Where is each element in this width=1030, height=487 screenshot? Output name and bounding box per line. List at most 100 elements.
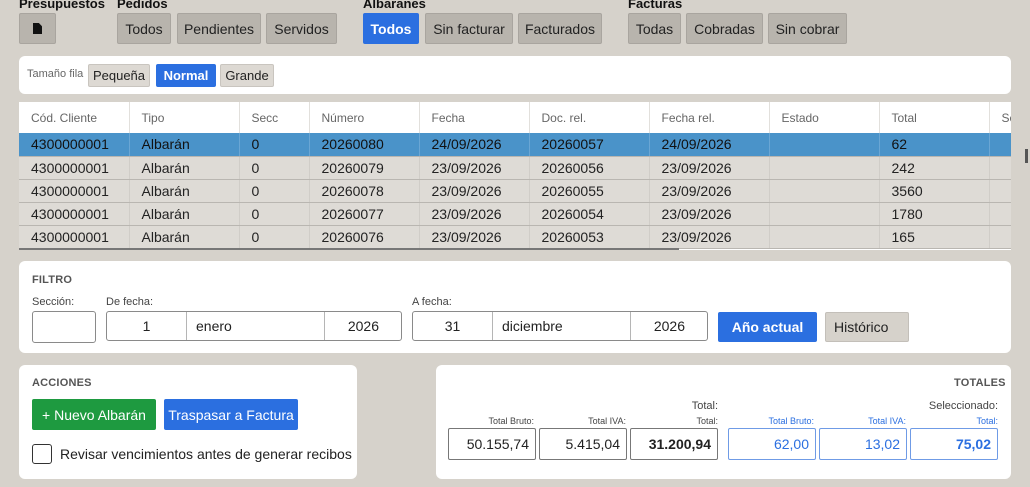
table-cell: 20260055 [529,179,650,203]
table-cell: 20260054 [529,202,650,226]
from-year[interactable]: 2026 [325,312,401,340]
table-row[interactable]: 4300000001 Albarán 0 20260078 23/09/2026 2026… [19,179,1011,203]
total-label: Total: [696,416,718,426]
table-cell: 20260053 [529,225,650,249]
table-cell: 20260076 [309,225,420,249]
column-header[interactable]: Tipo [129,102,240,133]
to-day[interactable]: 31 [413,312,493,340]
table-cell [769,133,880,157]
table-cell: 20260077 [309,202,420,226]
column-header[interactable]: Fecha [419,102,530,133]
vertical-scrollbar[interactable] [1025,149,1028,163]
horizontal-scrollbar[interactable] [19,248,679,250]
table-cell: 23/09/2026 [419,179,530,203]
table-cell: 24/09/2026 [649,133,770,157]
table-cell: 23/09/2026 [649,156,770,180]
presupuestos-group-title: Presupuestos [19,0,105,11]
filter-card: FILTRO Sección: De fecha: 1 enero 2026 A… [19,261,1011,353]
table-cell: 242 [879,156,990,180]
pedidos-todos-button[interactable]: Todos [117,13,171,44]
row-size-small-button[interactable]: Pequeña [88,64,150,87]
table-header-row: Cód. Cliente Tipo Secc Número Fecha Doc.… [19,102,1011,133]
new-presupuesto-button[interactable] [19,13,56,44]
column-header[interactable]: Fecha rel. [649,102,770,133]
column-header[interactable]: Número [309,102,420,133]
table-cell [989,202,1011,226]
table-cell: 23/09/2026 [649,179,770,203]
filter-title: FILTRO [32,274,73,286]
new-albaran-button[interactable]: + Nuevo Albarán [32,399,156,430]
table-row[interactable]: 4300000001 Albarán 0 20260076 23/09/2026 2026… [19,225,1011,249]
seccion-input[interactable] [32,311,96,343]
table-cell: 20260056 [529,156,650,180]
albaranes-table: Cód. Cliente Tipo Secc Número Fecha Doc.… [19,102,1011,250]
row-size-card: Tamaño fila Pequeña Normal Grande [19,56,1011,94]
facturas-cobradas-button[interactable]: Cobradas [686,13,763,44]
table-cell: 24/09/2026 [419,133,530,157]
table-cell: Albarán [129,225,240,249]
table-cell [769,225,880,249]
column-header[interactable]: Total [879,102,990,133]
table-cell: 3560 [879,179,990,203]
to-year[interactable]: 2026 [631,312,707,340]
transfer-to-invoice-button[interactable]: Traspasar a Factura [164,399,298,430]
table-row[interactable]: 4300000001 Albarán 0 20260079 23/09/2026 2026… [19,156,1011,180]
to-date-label: A fecha: [412,296,452,308]
table-cell: 4300000001 [19,225,130,249]
pedidos-pendientes-button[interactable]: Pendientes [177,13,261,44]
table-cell: 23/09/2026 [649,202,770,226]
table-cell [769,179,880,203]
table-cell: 4300000001 [19,156,130,180]
table-cell [769,202,880,226]
table-cell: 1780 [879,202,990,226]
albaranes-sin-facturar-button[interactable]: Sin facturar [425,13,513,44]
actions-card: ACCIONES + Nuevo Albarán Traspasar a Fac… [19,365,357,479]
history-button[interactable]: Histórico [825,312,909,342]
facturas-todas-button[interactable]: Todas [628,13,681,44]
column-header[interactable]: Doc. rel. [529,102,650,133]
total-iva-label: Total IVA: [588,416,626,426]
table-cell: Albarán [129,179,240,203]
table-cell: 4300000001 [19,179,130,203]
table-cell: 20260057 [529,133,650,157]
table-cell: 0 [239,156,310,180]
row-size-label: Tamaño fila [27,68,84,80]
from-day[interactable]: 1 [107,312,187,340]
table-cell: Albarán [129,133,240,157]
table-cell: Albarán [129,156,240,180]
table-row[interactable]: 4300000001 Albarán 0 20260080 24/09/2026 2026… [19,133,1011,157]
current-year-button[interactable]: Año actual [718,312,817,342]
seccion-label: Sección: [32,296,75,308]
from-month[interactable]: enero [187,312,325,340]
table-cell: 62 [879,133,990,157]
review-due-dates-label: Revisar vencimientos antes de generar re… [60,446,352,462]
table-row[interactable]: 4300000001 Albarán 0 20260077 23/09/2026 2026… [19,202,1011,226]
albaranes-facturados-button[interactable]: Facturados [518,13,602,44]
row-size-normal-button[interactable]: Normal [156,64,216,87]
sel-iva-label: Total IVA: [868,416,906,426]
albaranes-todos-button[interactable]: Todos [363,13,419,44]
total-bruto-value: 50.155,74 [448,428,536,460]
table-cell: 165 [879,225,990,249]
table-cell: 23/09/2026 [419,202,530,226]
to-month[interactable]: diciembre [493,312,631,340]
table-cell: 23/09/2026 [419,156,530,180]
to-date-input[interactable]: 31 diciembre 2026 [412,311,708,341]
table-cell: 0 [239,133,310,157]
table-cell: 0 [239,179,310,203]
review-due-dates-checkbox[interactable] [32,444,52,464]
column-header[interactable]: Cód. Cliente [19,102,130,133]
facturas-sin-cobrar-button[interactable]: Sin cobrar [768,13,847,44]
from-date-input[interactable]: 1 enero 2026 [106,311,402,341]
total-value: 31.200,94 [630,428,718,460]
table-cell: 20260078 [309,179,420,203]
column-header[interactable]: Se [989,102,1011,133]
column-header[interactable]: Secc [239,102,310,133]
sel-total-label: Total: [976,416,998,426]
table-cell: 4300000001 [19,133,130,157]
table-cell: 23/09/2026 [419,225,530,249]
total-bruto-label: Total Bruto: [488,416,534,426]
column-header[interactable]: Estado [769,102,880,133]
pedidos-servidos-button[interactable]: Servidos [266,13,337,44]
row-size-large-button[interactable]: Grande [220,64,274,87]
